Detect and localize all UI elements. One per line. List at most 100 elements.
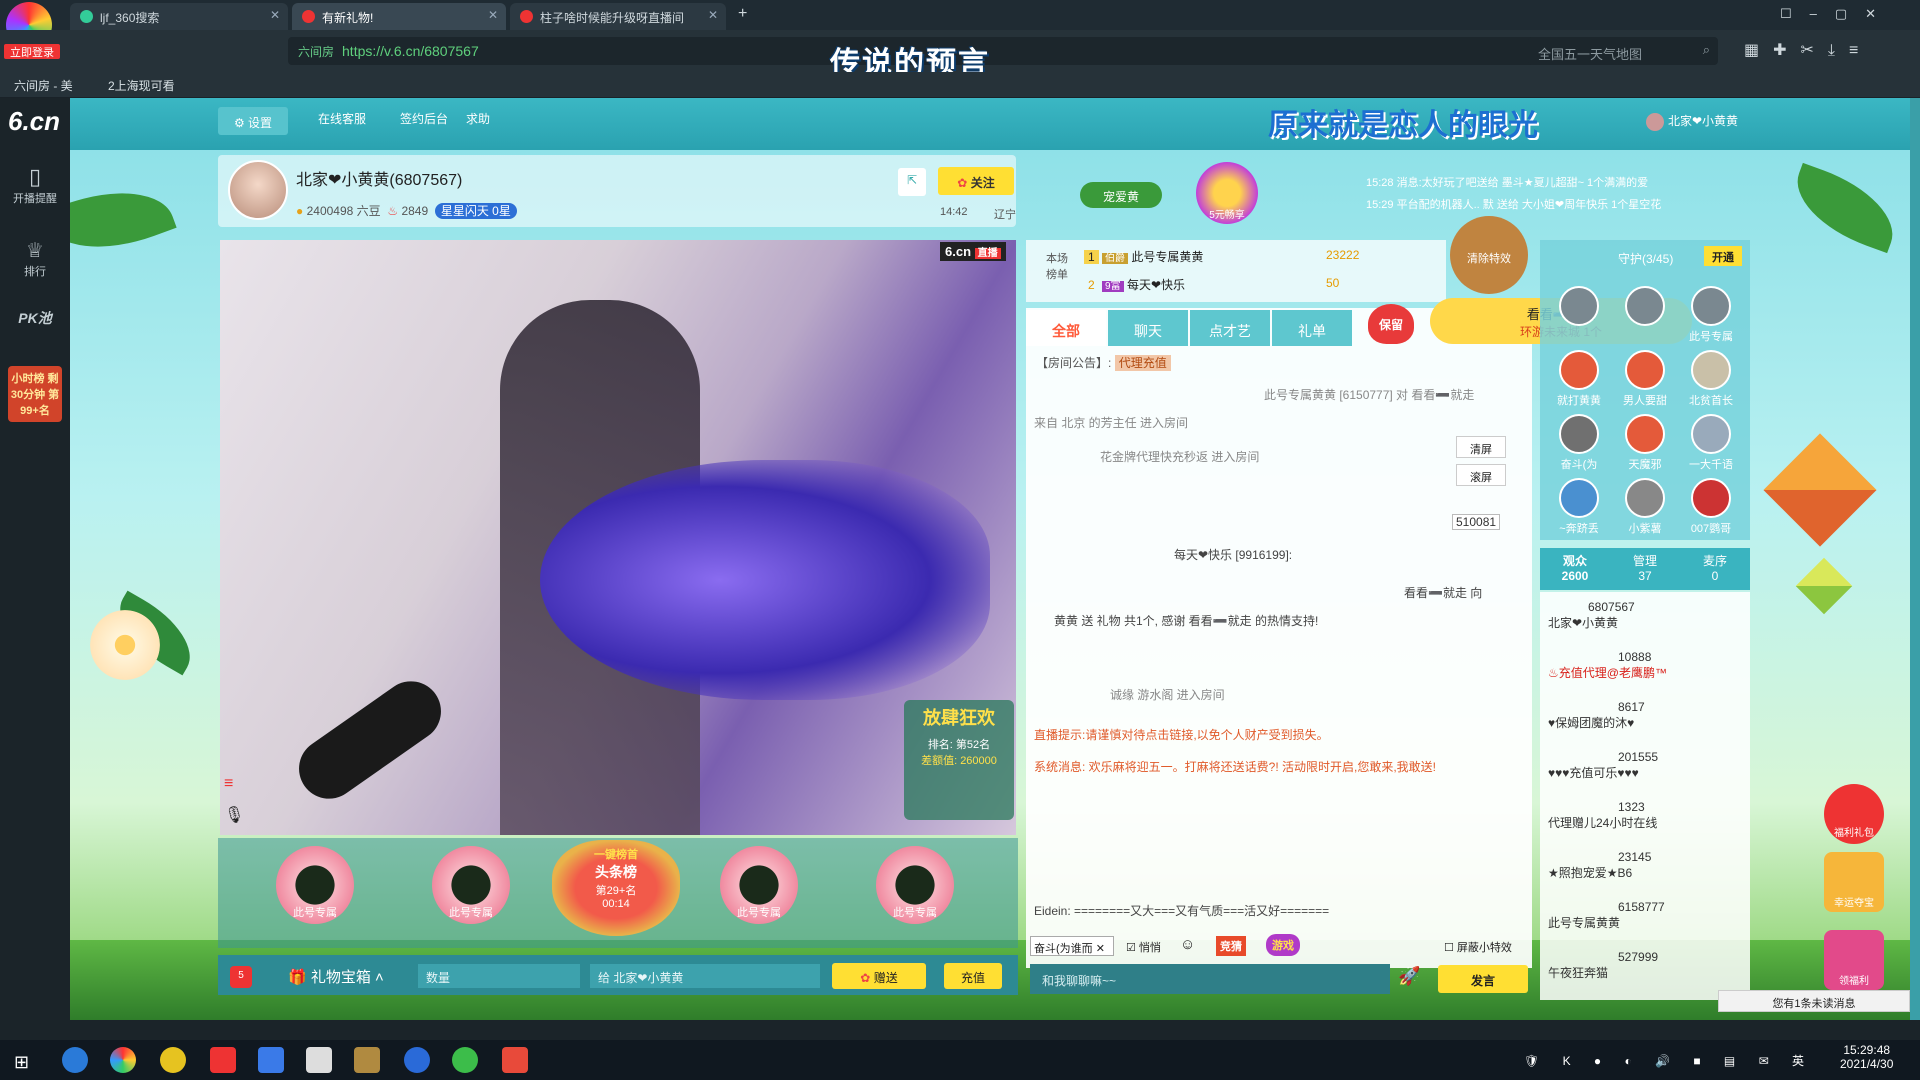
gift-seat[interactable]: 此号专属 — [432, 846, 510, 924]
tab-talent[interactable]: 点才艺 — [1190, 310, 1270, 346]
gift-seat[interactable]: 此号专属 — [720, 846, 798, 924]
search-box[interactable]: 全国五一天气地图 ⌕ — [1528, 37, 1718, 65]
guard-member[interactable]: 007鹦哥 — [1688, 478, 1734, 536]
viewer-row[interactable]: 10888 ♨充值代理@老鹰鹏™ — [1548, 650, 1667, 681]
tab-gift-list[interactable]: 礼单 — [1272, 310, 1352, 346]
app-icon[interactable] — [160, 1047, 186, 1073]
login-button[interactable]: 立即登录 — [4, 44, 60, 59]
window-controls[interactable]: ☐–▢✕ — [1780, 6, 1894, 22]
viewer-row[interactable]: 6807567 北家❤小黄黄 — [1548, 600, 1635, 631]
guard-member[interactable]: 奋斗(为 — [1556, 414, 1602, 472]
guard-member[interactable]: ~奔跻丢 — [1556, 478, 1602, 536]
unread-toast[interactable]: 您有1条未读消息 — [1718, 990, 1910, 1012]
sidebar-item-broadcast-reminder[interactable]: ▯ 开播提醒 — [0, 164, 70, 206]
guard-member[interactable]: 一大千语 — [1688, 414, 1734, 472]
search-app-icon[interactable] — [62, 1047, 88, 1073]
clear-effects-button[interactable]: 清除特效 — [1450, 216, 1528, 294]
viewer-row[interactable]: 6158777 此号专属黄黄 — [1548, 900, 1665, 931]
welfare-gift-button[interactable]: 福利礼包 — [1824, 784, 1884, 844]
save-heart-button[interactable]: 保留 — [1368, 304, 1414, 344]
ime-indicator[interactable]: 英 — [1792, 1054, 1814, 1068]
settings-button[interactable]: ⚙ 设置 — [218, 107, 288, 135]
sidebar-item-pk[interactable]: PK池 — [0, 308, 70, 328]
nav-help[interactable]: 求助 — [466, 110, 490, 127]
browser-app-icon[interactable] — [110, 1047, 136, 1073]
rank-row[interactable]: 1 伯爵 此号专属黄黄 — [1084, 248, 1203, 265]
clear-screen-button[interactable]: 清屏 — [1456, 436, 1506, 458]
gift-box-button[interactable]: 🎁 礼物宝箱 ˄ — [288, 966, 384, 987]
system-clock[interactable]: 15:29:48 2021/4/30 — [1840, 1043, 1893, 1071]
close-icon[interactable]: ✕ — [488, 8, 498, 22]
sidebar-item-rank[interactable]: ♕ 排行 — [0, 238, 70, 279]
hide-effects-checkbox[interactable]: ☐ 屏蔽小特效 — [1444, 939, 1512, 955]
mail-icon[interactable]: 5 — [230, 966, 252, 988]
viewer-row[interactable]: 23145 ★照抱宠爱★B6 — [1548, 850, 1651, 881]
close-icon[interactable]: ✕ — [708, 8, 718, 22]
wechat-app-icon[interactable] — [452, 1047, 478, 1073]
share-icon[interactable]: ⇱ — [898, 168, 926, 196]
guard-member[interactable]: 就打黄黄 — [1556, 350, 1602, 408]
tab-new-gift[interactable]: 有新礼物! ✕ — [292, 3, 506, 30]
guard-member[interactable]: 男人要甜 — [1622, 350, 1668, 408]
app-icon[interactable] — [502, 1047, 528, 1073]
favorite-button[interactable]: 宠爱黄 — [1080, 182, 1162, 208]
tab-audience[interactable]: 观众 2600 — [1550, 552, 1600, 583]
guard-member[interactable]: 北贫首长 — [1688, 350, 1734, 408]
anchor-name[interactable]: 北家❤小黄黄(6807567) — [296, 166, 462, 190]
system-tray[interactable]: 🛡 K ● ◐ 🔊 ■ ▤ ✉ 英 — [1524, 1052, 1814, 1069]
shield-app-icon[interactable] — [258, 1047, 284, 1073]
bookmark-item[interactable]: 2上海现可看 — [108, 77, 175, 94]
viewer-row[interactable]: 201555 ♥♥♥充值可乐♥♥♥ — [1548, 750, 1658, 781]
rocket-icon[interactable]: 🚀 — [1398, 966, 1420, 987]
chat-target-select[interactable]: 奋斗(为谁而 ✕ — [1030, 936, 1114, 956]
mic-icon[interactable]: 🎙 — [224, 805, 244, 825]
notice-badge[interactable]: 代理充值 — [1114, 355, 1171, 371]
new-tab-icon[interactable]: + — [738, 5, 747, 23]
guard-member[interactable]: 小紫薯 — [1622, 478, 1668, 536]
bookmark-item[interactable]: 六间房 - 美 — [14, 77, 73, 94]
emoji-icon[interactable]: ☺ — [1180, 936, 1195, 953]
whisper-checkbox[interactable]: ☑ 悄悄 — [1126, 939, 1161, 955]
event-panel[interactable]: 放肆狂欢 排名: 第52名 差额值: 260000 — [904, 700, 1014, 820]
game-app-icon[interactable] — [354, 1047, 380, 1073]
guard-member[interactable] — [1622, 286, 1668, 328]
app-icon[interactable] — [404, 1047, 430, 1073]
windows-start-icon[interactable]: ⊞ — [14, 1052, 29, 1073]
search-icon[interactable]: ⌕ — [1703, 42, 1710, 58]
game-button[interactable]: 游戏 — [1266, 934, 1300, 956]
tab-mic-queue[interactable]: 麦序 0 — [1690, 552, 1740, 583]
viewer-row[interactable]: 527999 午夜狂奔猫 — [1548, 950, 1658, 981]
tab-stream-room[interactable]: 柱子啥时候能升级呀直播间 ✕ — [510, 3, 726, 30]
site-logo[interactable]: 6.cn — [8, 106, 60, 137]
chat-input[interactable]: 和我聊聊嘛~~ — [1030, 964, 1390, 994]
tab-chat[interactable]: 聊天 — [1108, 310, 1188, 346]
guard-member[interactable]: 此号专属 — [1688, 286, 1734, 344]
gift-seat[interactable]: 此号专属 — [276, 846, 354, 924]
lucky-treasure-button[interactable]: 幸运夺宝 — [1824, 852, 1884, 912]
send-gift-button[interactable]: ✿ 赠送 — [832, 963, 926, 989]
rank-row[interactable]: 2 9富 每天❤快乐 — [1084, 276, 1185, 293]
send-message-button[interactable]: 发言 — [1438, 965, 1528, 993]
scroll-screen-button[interactable]: 滚屏 — [1456, 464, 1506, 486]
guard-member[interactable]: 天魔邪 — [1622, 414, 1668, 472]
tab-360-search[interactable]: ljf_360搜索 ✕ — [70, 3, 288, 30]
live-video[interactable]: ≡ 🎙 — [220, 240, 1016, 835]
recipient-select[interactable]: 给 北家❤小黄黄 — [590, 964, 820, 988]
close-icon[interactable]: ✕ — [270, 8, 280, 22]
guard-member[interactable] — [1556, 286, 1602, 328]
recharge-button[interactable]: 充值 — [944, 963, 1002, 989]
sidebar-item-hour-rank[interactable]: 小时榜 剩30分钟 第99+名 — [8, 366, 62, 422]
tab-all[interactable]: 全部 — [1026, 310, 1106, 346]
promo-badge[interactable]: 5元畅享 — [1196, 162, 1258, 224]
user-menu[interactable]: 北家❤小黄黄 — [1646, 112, 1738, 131]
toolbar-icons[interactable]: ▦✚✂⤓≡ — [1744, 40, 1872, 60]
open-guard-button[interactable]: 开通 — [1704, 246, 1742, 266]
viewer-row[interactable]: 8617 ♥保姆团魔的沐♥ — [1548, 700, 1645, 731]
quantity-field[interactable]: 数量 — [418, 964, 580, 988]
get-welfare-button[interactable]: 领福利 — [1824, 930, 1884, 990]
star-level-badge[interactable]: 星星闪天 0星 — [434, 203, 517, 219]
follow-button[interactable]: ✿ 关注 — [938, 167, 1014, 195]
6cn-app-icon[interactable] — [210, 1047, 236, 1073]
tab-admin[interactable]: 管理 37 — [1620, 552, 1670, 583]
nav-contract-backend[interactable]: 签约后台 — [400, 110, 448, 127]
